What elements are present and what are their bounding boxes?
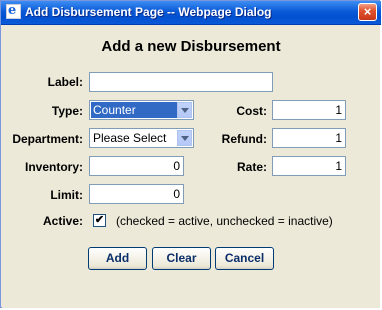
- add-button[interactable]: Add: [88, 247, 147, 270]
- type-field-label: Type:: [51, 104, 83, 118]
- ie-page-icon: e: [6, 3, 21, 19]
- page-title: Add a new Disbursement: [101, 38, 281, 55]
- rate-field-label: Rate:: [236, 160, 267, 174]
- type-select-value: Counter: [91, 102, 177, 118]
- label-field-label: Label:: [47, 75, 83, 89]
- window-title: Add Disbursement Page -- Webpage Dialog: [25, 5, 272, 19]
- refund-input[interactable]: [272, 128, 346, 148]
- refund-field-label: Refund:: [221, 132, 267, 146]
- active-help-text: (checked = active, unchecked = inactive): [116, 214, 333, 228]
- cancel-button[interactable]: Cancel: [215, 247, 274, 270]
- close-button[interactable]: ×: [358, 3, 377, 21]
- clear-button[interactable]: Clear: [152, 247, 211, 270]
- department-select-value: Please Select: [93, 131, 167, 145]
- title-bar[interactable]: e Add Disbursement Page -- Webpage Dialo…: [1, 1, 381, 25]
- label-input[interactable]: [89, 72, 273, 92]
- active-checkbox[interactable]: ✔: [93, 214, 106, 227]
- dialog-content: Add a new Disbursement Label: Type: Coun…: [2, 25, 380, 308]
- inventory-input[interactable]: [89, 156, 184, 176]
- department-field-label: Department:: [12, 132, 83, 146]
- cost-input[interactable]: [272, 100, 346, 120]
- type-select[interactable]: Counter: [89, 100, 194, 120]
- chevron-down-icon[interactable]: [177, 102, 192, 118]
- limit-field-label: Limit:: [50, 188, 83, 202]
- rate-input[interactable]: [272, 156, 346, 176]
- chevron-down-icon[interactable]: [177, 130, 192, 146]
- limit-input[interactable]: [89, 184, 184, 204]
- active-field-label: Active:: [42, 214, 83, 228]
- cost-field-label: Cost:: [236, 104, 267, 118]
- inventory-field-label: Inventory:: [24, 160, 83, 174]
- department-select[interactable]: Please Select: [89, 128, 194, 148]
- dialog-window: e Add Disbursement Page -- Webpage Dialo…: [0, 0, 381, 308]
